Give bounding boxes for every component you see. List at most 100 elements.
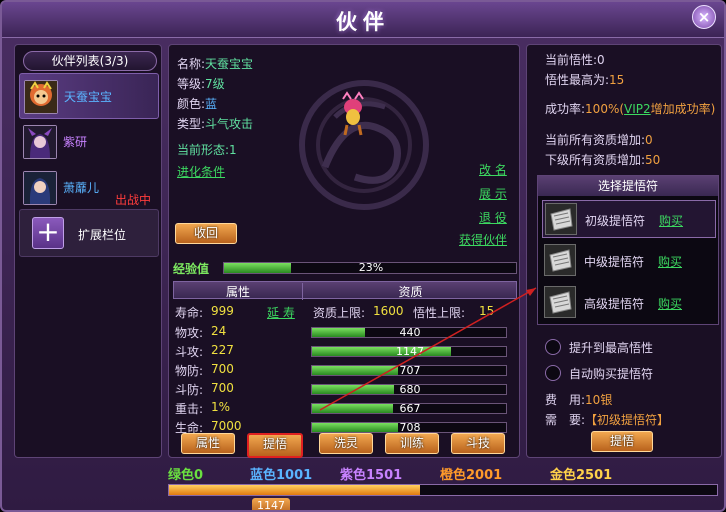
dragon-emblem-icon	[299, 80, 429, 210]
quality-gold-label: 金色2501	[550, 468, 613, 483]
attribute-value: 1%	[211, 400, 231, 414]
ziyan-portrait-icon	[24, 126, 56, 158]
tab-aptitude[interactable]: 资质	[302, 283, 518, 300]
vip-link[interactable]: VIP2	[624, 102, 651, 116]
aptitude-bar: 667	[311, 402, 507, 415]
quality-current-marker: 1147	[252, 498, 290, 510]
type-value: 斗气攻击	[205, 117, 254, 131]
aptitude-value: 680	[399, 383, 421, 396]
buy-link[interactable]: 购买	[658, 253, 682, 270]
wash-button[interactable]: 洗灵	[319, 433, 373, 454]
exp-bar: 经验值 23%	[173, 259, 519, 277]
success-rate-row: 成功率:100%(VIP2增加成功率)	[545, 101, 721, 117]
aptitude-cap-value: 1600	[373, 304, 404, 318]
expand-slot-button[interactable]: + 扩展栏位	[19, 209, 159, 257]
success-rate-label: 成功率:	[545, 102, 586, 116]
companion-item-tiancan[interactable]: 天蚕宝宝	[19, 73, 159, 119]
retire-link[interactable]: 退 役	[479, 209, 507, 226]
scroll-name: 初级提悟符	[585, 214, 646, 228]
attributes-button[interactable]: 属性	[181, 433, 235, 454]
aptitude-bar: 1147	[311, 345, 507, 358]
aptitude-bar: 708	[311, 421, 507, 434]
exp-track: 23%	[223, 261, 517, 274]
quality-green-label: 绿色0	[168, 468, 204, 483]
quality-fill	[169, 485, 420, 495]
companion-list-title: 伙伴列表(3/3)	[23, 51, 157, 71]
attribute-label: 物防:	[175, 364, 204, 378]
insight-tab-button[interactable]: 提悟	[247, 433, 303, 458]
buy-link[interactable]: 购买	[659, 212, 683, 229]
max-insight-label: 悟性最高为:	[545, 73, 610, 87]
scroll-name: 高级提悟符	[584, 297, 645, 311]
current-insight-value: 0	[597, 53, 605, 67]
success-rate-value: 100%	[585, 102, 620, 116]
life-row: 寿命: 999 延 寿 资质上限: 1600 悟性上限: 15	[175, 303, 515, 321]
companion-window: 伙伴 × 伙伴列表(3/3) 天蚕宝宝 紫研 萧蘼儿 出战中 + 扩展栏位 名称…	[0, 0, 726, 512]
form-value: 1	[229, 143, 237, 157]
attribute-value: 227	[211, 343, 234, 357]
form-label: 当前形态:	[177, 143, 230, 157]
recall-button[interactable]: 收回	[175, 223, 237, 244]
companion-detail-panel: 名称:天蚕宝宝 等级:7级 颜色:蓝 类型:斗气攻击 当前形态:1 进化条件 改…	[168, 44, 520, 458]
max-insight-option-label: 提升到最高悟性	[569, 341, 654, 355]
tab-attributes[interactable]: 属性	[174, 283, 302, 300]
buy-link[interactable]: 购买	[658, 295, 682, 312]
color-value: 蓝	[205, 97, 218, 111]
need-label: 需 要:	[545, 413, 586, 427]
insight-panel: 当前悟性:0 悟性最高为:15 成功率:100%(VIP2增加成功率) 当前所有…	[526, 44, 722, 458]
scroll-icon	[544, 244, 576, 276]
attribute-value: 700	[211, 362, 234, 376]
attribute-row: 物攻: 24 440	[175, 323, 515, 341]
insight-button[interactable]: 提悟	[591, 431, 653, 452]
scroll-option-intermediate[interactable]: 中级提悟符 购买	[542, 242, 716, 280]
gain-companion-link[interactable]: 获得伙伴	[459, 231, 507, 248]
name-label: 名称:	[177, 57, 206, 71]
companion-name: 天蚕宝宝	[64, 90, 113, 104]
level-label: 等级:	[177, 77, 206, 91]
auto-buy-option-label: 自动购买提悟符	[569, 367, 654, 381]
close-button[interactable]: ×	[692, 5, 716, 29]
attribute-label: 斗防:	[175, 383, 204, 397]
max-insight-row: 悟性最高为:15	[545, 71, 624, 88]
rename-link[interactable]: 改 名	[479, 161, 507, 178]
show-link[interactable]: 展 示	[479, 185, 507, 202]
aptitude-value: 440	[399, 326, 421, 339]
aptitude-value: 707	[399, 364, 421, 377]
attribute-row: 斗防: 700 680	[175, 380, 515, 398]
next-bonus-label: 下级所有资质增加:	[545, 153, 646, 167]
level-row: 等级:7级	[177, 75, 225, 92]
color-label: 颜色:	[177, 97, 206, 111]
aptitude-bar: 707	[311, 364, 507, 377]
type-row: 类型:斗气攻击	[177, 115, 253, 132]
max-insight-value: 15	[609, 73, 625, 87]
color-row: 颜色:蓝	[177, 95, 217, 112]
max-insight-checkbox[interactable]	[545, 339, 561, 355]
xiaomi-portrait-icon	[24, 172, 56, 204]
companion-model	[295, 77, 433, 213]
fight-skill-button[interactable]: 斗技	[451, 433, 505, 454]
companion-item-ziyan[interactable]: 紫研	[19, 119, 159, 165]
vip-bonus-text: 增加成功率)	[650, 102, 716, 116]
form-row: 当前形态:1	[177, 141, 237, 158]
companion-item-xiaomi[interactable]: 萧蘼儿 出战中	[19, 165, 159, 211]
need-value: 【初级提悟符】	[585, 413, 670, 427]
aptitude-value: 667	[399, 402, 421, 415]
companion-status-badge: 出战中	[115, 193, 152, 207]
scroll-option-advanced[interactable]: 高级提悟符 购买	[542, 284, 716, 322]
title-bar: 伙伴 ×	[2, 2, 724, 38]
auto-buy-checkbox[interactable]	[545, 365, 561, 381]
next-bonus-row: 下级所有资质增加:50	[545, 151, 660, 168]
scroll-selector: 选择提悟符 初级提悟符 购买 中级提悟符 购买 高级提悟符 购买	[537, 175, 719, 325]
train-button[interactable]: 训练	[385, 433, 439, 454]
attribute-tabs: 属性 资质	[173, 281, 518, 300]
extend-life-link[interactable]: 延 寿	[267, 304, 295, 321]
scroll-selector-title: 选择提悟符	[538, 176, 718, 196]
need-row: 需 要:【初级提悟符】	[545, 411, 669, 428]
companion-avatar	[23, 171, 57, 205]
attribute-row: 物防: 700 707	[175, 361, 515, 379]
aptitude-bar: 680	[311, 383, 507, 396]
scroll-option-basic[interactable]: 初级提悟符 购买	[542, 200, 716, 238]
evolve-conditions-link[interactable]: 进化条件	[177, 163, 225, 180]
companion-avatar	[24, 80, 58, 114]
companion-name: 紫研	[63, 135, 88, 149]
